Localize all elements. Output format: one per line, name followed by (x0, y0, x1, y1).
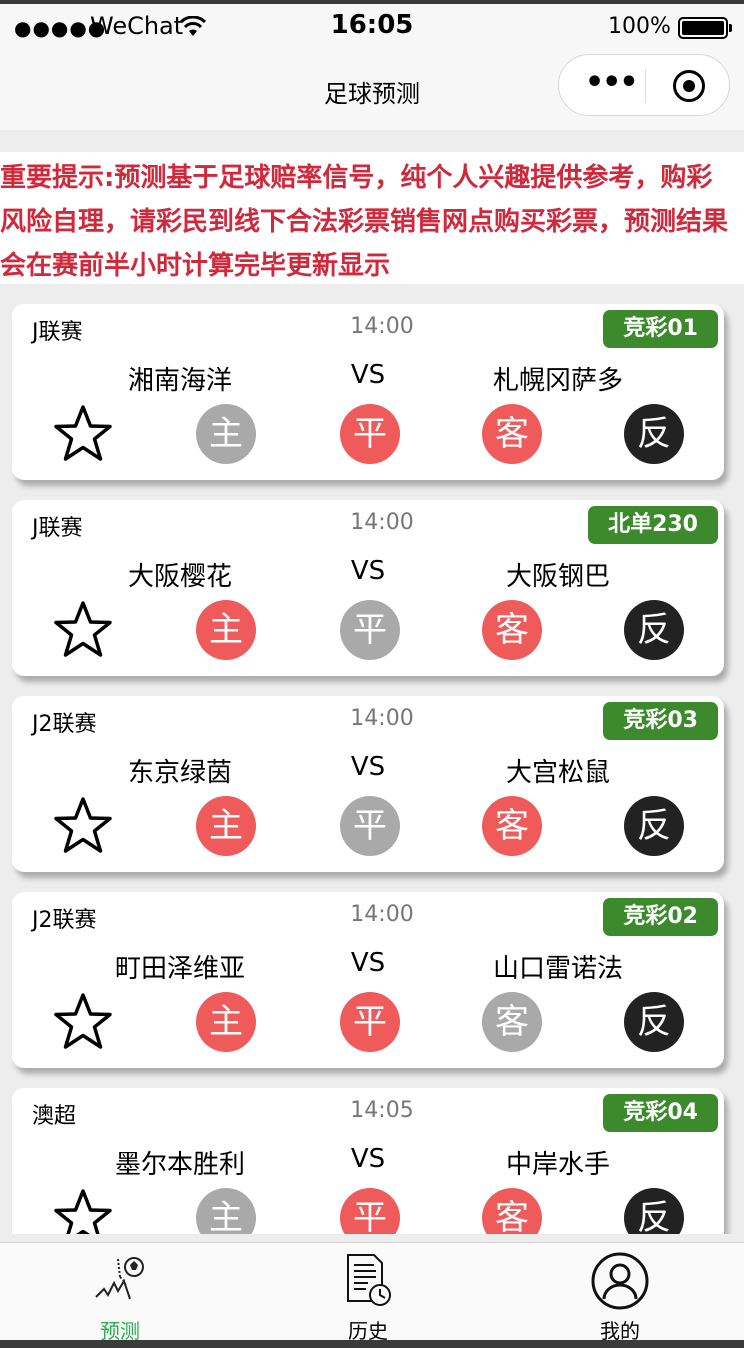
favorite-star-icon[interactable] (52, 796, 114, 856)
league-name: J联赛 (32, 320, 83, 345)
match-card[interactable]: J联赛 14:00 竞彩01 湘南海洋 VS 札幌冈萨多主 平 客 反 (12, 304, 724, 480)
match-time: 14:00 (350, 510, 414, 535)
battery-icon (678, 17, 732, 39)
tab-bar: 预测 历史 我的 (0, 1242, 744, 1343)
pick-reverse-button[interactable]: 反 (624, 992, 684, 1052)
tab-prediction[interactable]: 预测 (30, 1243, 210, 1343)
match-time: 14:00 (350, 902, 414, 927)
pick-reverse-button[interactable]: 反 (624, 1188, 684, 1234)
pick-home-button[interactable]: 主 (196, 1188, 256, 1234)
pick-away-button[interactable]: 客 (482, 992, 542, 1052)
notice-text: 重要提示:预测基于足球赔率信号，纯个人兴趣提供参考，购彩风险自理，请彩民到线下合… (0, 163, 729, 281)
pick-reverse-button[interactable]: 反 (624, 600, 684, 660)
nav-bar: 足球预测 ••• (0, 50, 744, 130)
pick-draw-button[interactable]: 平 (340, 796, 400, 856)
bottom-strip (0, 1340, 744, 1348)
vs-label: VS (350, 556, 386, 586)
status-bar: ●●●●● WeChat 16:05 100% (0, 4, 744, 50)
pick-away-button[interactable]: 客 (482, 1188, 542, 1234)
pick-draw-button[interactable]: 平 (340, 600, 400, 660)
pick-draw-button[interactable]: 平 (340, 992, 400, 1052)
vs-label: VS (350, 1144, 386, 1174)
league-name: J2联赛 (32, 712, 97, 737)
user-profile-icon (591, 1252, 649, 1310)
pick-draw-button[interactable]: 平 (340, 404, 400, 464)
match-time: 14:00 (350, 706, 414, 731)
home-team: 东京绿茵 (127, 758, 232, 788)
home-team: 墨尔本胜利 (114, 1150, 245, 1180)
league-name: J2联赛 (32, 908, 97, 933)
pick-away-button[interactable]: 客 (482, 404, 542, 464)
lottery-tag: 竞彩02 (603, 898, 718, 936)
favorite-star-icon[interactable] (52, 992, 114, 1052)
prediction-chart-icon (95, 1257, 144, 1300)
important-notice: 重要提示:预测基于足球赔率信号，纯个人兴趣提供参考，购彩风险自理，请彩民到线下合… (0, 152, 744, 284)
vs-label: VS (350, 752, 386, 782)
lottery-tag: 竞彩01 (603, 310, 718, 348)
battery-percent: 100% (608, 14, 671, 39)
away-team: 中岸水手 (505, 1150, 610, 1180)
match-time: 14:05 (350, 1098, 414, 1123)
away-team: 山口雷诺法 (492, 954, 623, 984)
favorite-star-icon[interactable] (52, 600, 114, 660)
more-icon[interactable]: ••• (585, 65, 639, 100)
league-name: 澳超 (32, 1104, 77, 1129)
history-document-icon (347, 1254, 391, 1306)
pick-away-button[interactable]: 客 (482, 600, 542, 660)
pick-home-button[interactable]: 主 (196, 600, 256, 660)
league-name: J联赛 (32, 516, 83, 541)
match-card[interactable]: 澳超 14:05 竞彩04 墨尔本胜利 VS 中岸水手主 平 客 反 (12, 1088, 724, 1234)
miniprogram-capsule: ••• (558, 54, 730, 116)
match-card[interactable]: J联赛 14:00 北单230 大阪樱花 VS 大阪钢巴主 平 客 反 (12, 500, 724, 676)
match-card[interactable]: J2联赛 14:00 竞彩03 东京绿茵 VS 大宫松鼠主 平 客 反 (12, 696, 724, 872)
capsule-divider (645, 69, 646, 103)
away-team: 大阪钢巴 (505, 562, 610, 592)
home-team: 湘南海洋 (127, 366, 232, 396)
match-card[interactable]: J2联赛 14:00 竞彩02 町田泽维亚 VS 山口雷诺法主 平 客 反 (12, 892, 724, 1068)
favorite-star-icon[interactable] (52, 1188, 114, 1234)
home-team: 大阪樱花 (127, 562, 232, 592)
tab-history[interactable]: 历史 (278, 1243, 458, 1343)
vs-label: VS (350, 360, 386, 390)
favorite-star-icon[interactable] (52, 404, 114, 464)
pick-home-button[interactable]: 主 (196, 796, 256, 856)
pick-home-button[interactable]: 主 (196, 404, 256, 464)
lottery-tag: 竞彩03 (603, 702, 718, 740)
vs-label: VS (350, 948, 386, 978)
tab-mine[interactable]: 我的 (530, 1243, 710, 1343)
match-time: 14:00 (350, 314, 414, 339)
match-list[interactable]: J联赛 14:00 竞彩01 湘南海洋 VS 札幌冈萨多主平客反 J联赛 14:00 北单230… (0, 284, 744, 1234)
close-target-icon[interactable] (673, 70, 705, 102)
pick-reverse-button[interactable]: 反 (624, 404, 684, 464)
home-team: 町田泽维亚 (114, 954, 245, 984)
lottery-tag: 竞彩04 (603, 1094, 718, 1132)
pick-home-button[interactable]: 主 (196, 992, 256, 1052)
pick-reverse-button[interactable]: 反 (624, 796, 684, 856)
away-team: 大宫松鼠 (505, 758, 610, 788)
pick-away-button[interactable]: 客 (482, 796, 542, 856)
pick-draw-button[interactable]: 平 (340, 1188, 400, 1234)
lottery-tag: 北单230 (588, 506, 718, 544)
away-team: 札幌冈萨多 (492, 366, 623, 396)
